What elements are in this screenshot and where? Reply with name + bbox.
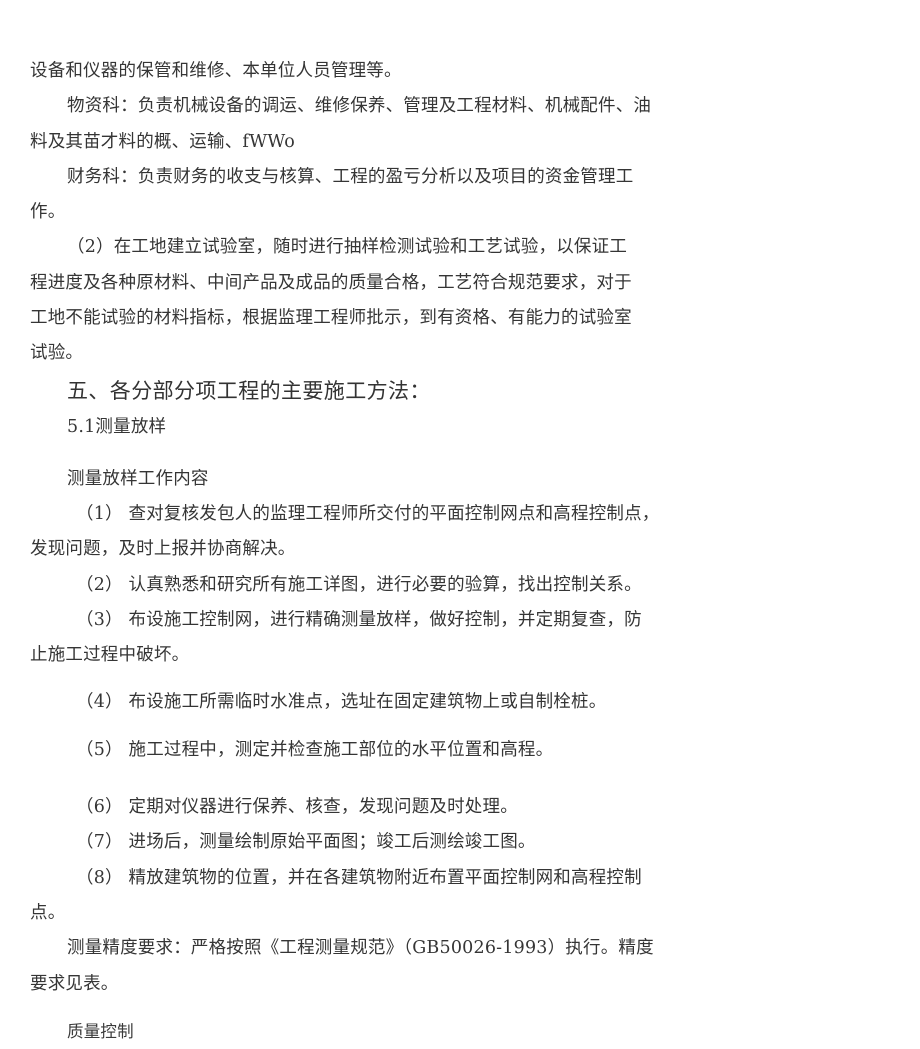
paragraph-line: 作。 <box>30 202 66 223</box>
paragraph-line: 要求见表。 <box>30 973 119 994</box>
paragraph-line: 设备和仪器的保管和维修、本单位人员管理等。 <box>30 61 402 81</box>
subsection-heading: 5.1测量放样 <box>67 416 167 437</box>
paragraph-line: 试验。 <box>30 343 84 364</box>
list-item-line: 点。 <box>30 902 66 923</box>
list-item-line: （6） 定期对仪器进行保养、核查，发现问题及时处理。 <box>76 797 518 818</box>
paragraph-line-hei: 质量控制 <box>67 1021 134 1041</box>
list-item-line: （5） 施工过程中，测定并检查施工部位的水平位置和高程。 <box>76 739 554 760</box>
list-item-line: （3） 布设施工控制网，进行精确测量放样，做好控制，并定期复查，防 <box>76 609 642 630</box>
paragraph-line: 财务科：负责财务的收支与核算、工程的盈亏分析以及项目的资金管理工 <box>67 166 634 187</box>
list-item-line: 止施工过程中破坏。 <box>30 645 190 666</box>
list-item-line: （1） 查对复核发包人的监理工程师所交付的平面控制网点和高程控制点， <box>76 503 660 524</box>
document-page: 设备和仪器的保管和维修、本单位人员管理等。 物资科：负责机械设备的调运、维修保养… <box>0 0 920 1041</box>
paragraph-line: 物资科：负责机械设备的调运、维修保养、管理及工程材料、机械配件、油 <box>67 96 652 117</box>
paragraph-line: 测量精度要求：严格按照《工程测量规范》（GB50026-1993）执行。精度 <box>67 938 654 959</box>
section-heading: 五、各分部分项工程的主要施工方法： <box>67 378 431 403</box>
document-text-body: 设备和仪器的保管和维修、本单位人员管理等。 物资科：负责机械设备的调运、维修保养… <box>30 54 660 1049</box>
paragraph-line: （2）在工地建立试验室，随时进行抽样检测试验和工艺试验，以保证工 <box>67 237 628 258</box>
list-item-line: （7） 进场后，测量绘制原始平面图；竣工后测绘竣工图。 <box>76 832 536 853</box>
list-item-line: （2） 认真熟悉和研究所有施工详图，进行必要的验算，找出控制关系。 <box>76 574 642 595</box>
paragraph-line: 程进度及各种原材料、中间产品及成品的质量合格，工艺符合规范要求，对于 <box>30 272 632 293</box>
list-item-line: （4） 布设施工所需临时水准点，选址在固定建筑物上或自制栓桩。 <box>76 692 607 713</box>
paragraph-line: 料及其苗才料的概、运输、fWWo <box>30 131 295 152</box>
list-item-line: 发现问题，及时上报并协商解决。 <box>30 539 296 560</box>
list-item-line: （8） 精放建筑物的位置，并在各建筑物附近布置平面控制网和高程控制 <box>76 867 642 888</box>
paragraph-line: 测量放样工作内容 <box>67 468 209 489</box>
paragraph-line: 工地不能试验的材料指标，根据监理工程师批示，到有资格、有能力的试验室 <box>30 308 632 329</box>
